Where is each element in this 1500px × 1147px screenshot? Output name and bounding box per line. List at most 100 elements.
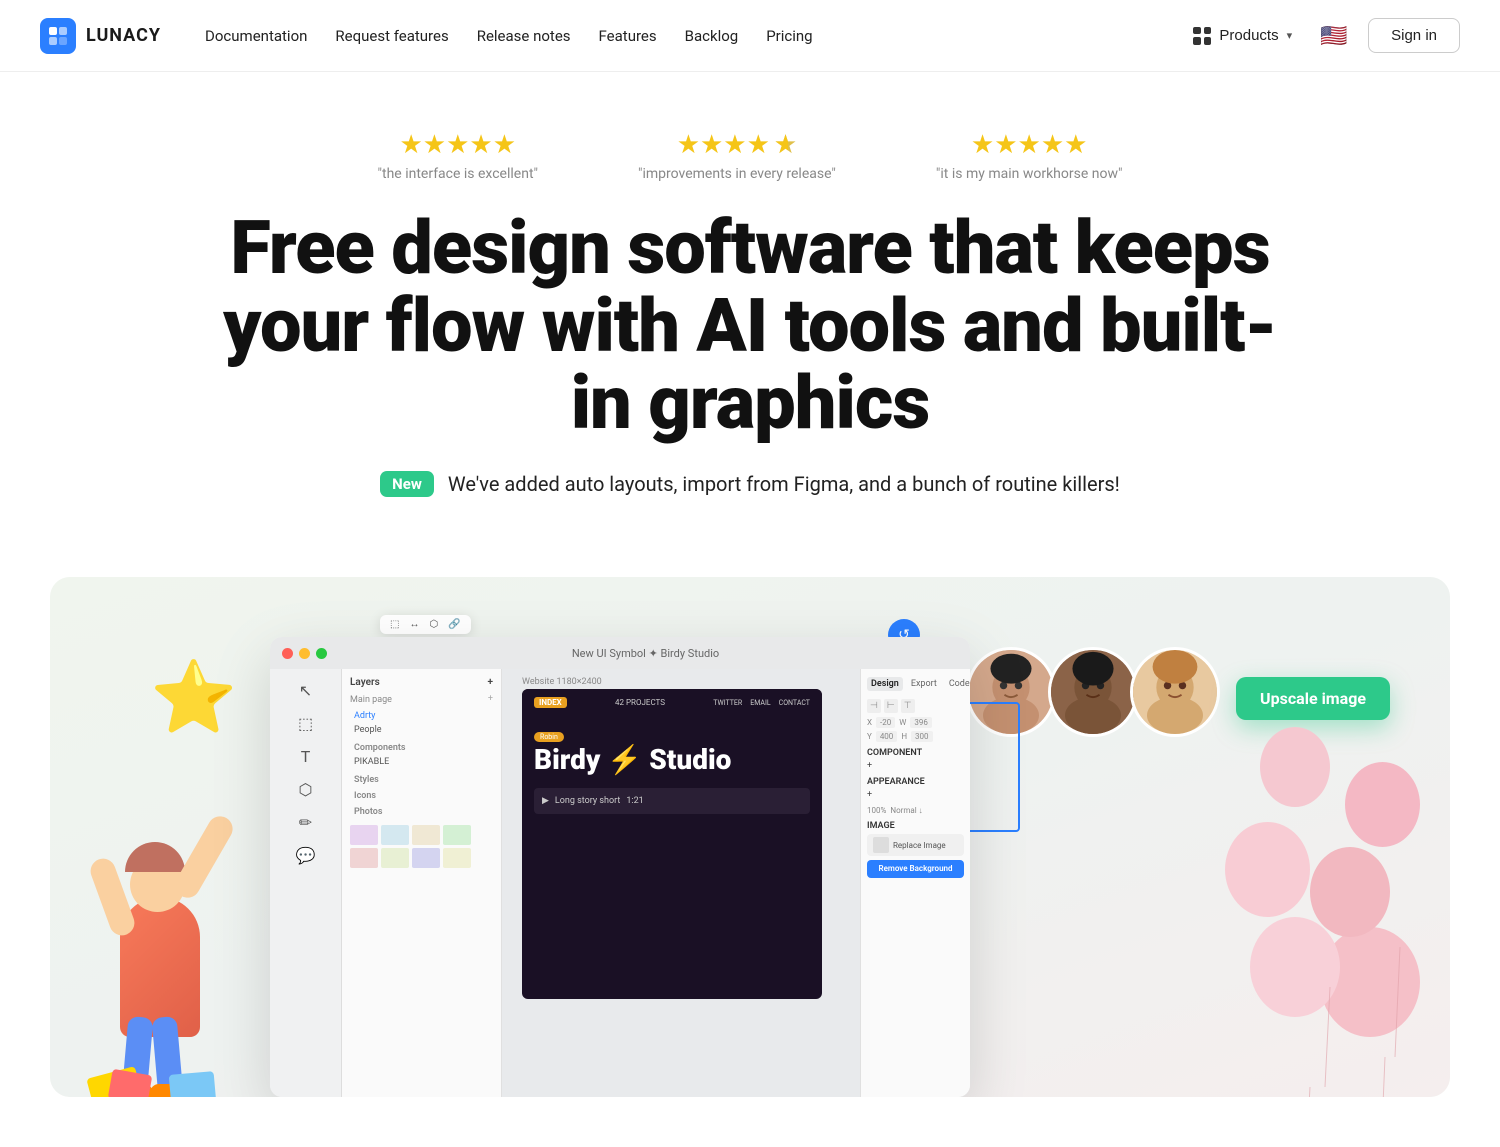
design-panel: Design Export Code ⊣ ⊢ ⊤ X (860, 669, 970, 1097)
sidebar-frame[interactable]: ⬚ (276, 710, 336, 737)
titlebar-maximize[interactable] (316, 648, 327, 659)
text-icon: T (301, 747, 311, 766)
titlebar-title: New UI Symbol ✦ Birdy Studio (572, 647, 719, 660)
layers-header: Layers + (350, 677, 493, 688)
nav-features[interactable]: Features (599, 27, 657, 45)
comment-icon: 💬 (296, 846, 316, 865)
nav-pricing[interactable]: Pricing (766, 27, 812, 45)
main-page-label: Main page (350, 695, 392, 705)
app-body: ↖ ⬚ T ⬡ ✏ 💬 (270, 669, 970, 1097)
logo-icon (40, 18, 76, 54)
contact-link: CONTACT (779, 699, 810, 707)
titlebar-close[interactable] (282, 648, 293, 659)
remove-bg-button[interactable]: Remove Background (867, 860, 964, 878)
chevron-down-icon: ▾ (1287, 29, 1293, 42)
thumb-6 (381, 848, 409, 868)
hero-section: ★★★★★ "the interface is excellent" ★★★★★… (150, 72, 1350, 577)
x-value[interactable]: -20 (876, 717, 895, 728)
stars-1: ★★★★★ (400, 132, 517, 158)
tab-export[interactable]: Export (907, 677, 941, 691)
replace-image-label[interactable]: Replace Image (893, 841, 946, 850)
face-circle-3 (1130, 647, 1220, 737)
birdy-text: Birdy (534, 743, 600, 776)
w-value[interactable]: 396 (910, 717, 932, 728)
shape-icon: ⬡ (299, 780, 313, 799)
language-flag[interactable]: 🇺🇸 (1318, 25, 1350, 47)
reviews-row: ★★★★★ "the interface is excellent" ★★★★★… (190, 132, 1310, 182)
titlebar-minimize[interactable] (299, 648, 310, 659)
appearance-add-btn[interactable]: + (867, 790, 872, 800)
align-left-btn[interactable]: ⊣ (867, 699, 881, 713)
review-text-3: "it is my main workhorse now" (936, 166, 1123, 182)
x-label: X (867, 718, 872, 727)
sidebar-panel: ↖ ⬚ T ⬡ ✏ 💬 (270, 669, 342, 1097)
position-row: X -20 W 396 Y 400 H 300 (867, 717, 964, 742)
website-mockup: INDEX 42 PROJECTS TWITTER EMAIL CONTACT … (522, 689, 822, 999)
toolbar-icon-4: 🔗 (448, 619, 460, 630)
layers-panel: Layers + Main page + Adrty People Compon… (342, 669, 502, 1097)
review-3: ★★★★★ "it is my main workhorse now" (936, 132, 1123, 182)
video-section: ▶ Long story short 1:21 (534, 788, 810, 814)
tab-design[interactable]: Design (867, 677, 903, 691)
cursor-icon: ↖ (299, 681, 312, 700)
h-label: H (901, 732, 907, 741)
layer-people-text: People (354, 725, 382, 735)
products-label: Products (1219, 27, 1278, 44)
layer-people[interactable]: People (350, 723, 493, 737)
opacity-value: 100% (867, 806, 886, 815)
hero-subtext-row: New We've added auto layouts, import fro… (190, 471, 1310, 497)
sidebar-pen[interactable]: ✏ (276, 809, 336, 836)
opacity-blend-row: 100% Normal ↓ (867, 806, 964, 815)
image-section-label: IMAGE (867, 821, 964, 831)
add-layer-button[interactable]: + (488, 677, 494, 688)
thumb-2 (381, 825, 409, 845)
nav-release[interactable]: Release notes (477, 27, 571, 45)
face-circles-row (974, 647, 1220, 737)
tab-code[interactable]: Code (945, 677, 970, 691)
layers-title: Layers (350, 677, 380, 688)
alignment-row: ⊣ ⊢ ⊤ (867, 699, 964, 713)
sidebar-cursor[interactable]: ↖ (276, 677, 336, 704)
balloon-strings (1230, 677, 1450, 1097)
studio-text: Studio (649, 743, 731, 776)
nav-docs[interactable]: Documentation (205, 27, 307, 45)
y-value[interactable]: 400 (876, 731, 898, 742)
products-button[interactable]: Products ▾ (1185, 23, 1300, 49)
pen-icon: ✏ (299, 813, 312, 832)
app-titlebar: New UI Symbol ✦ Birdy Studio (270, 637, 970, 669)
paper-blue (169, 1071, 217, 1097)
align-center-btn[interactable]: ⊢ (884, 699, 898, 713)
nav-request[interactable]: Request features (335, 27, 448, 45)
sidebar-text[interactable]: T (276, 743, 336, 770)
logo-text: LUNACY (86, 25, 161, 46)
nav-backlog[interactable]: Backlog (685, 27, 739, 45)
sidebar-comment[interactable]: 💬 (276, 842, 336, 869)
app-preview: ⭐ (50, 577, 1450, 1097)
sign-in-button[interactable]: Sign in (1368, 18, 1460, 53)
logo[interactable]: LUNACY (40, 18, 161, 54)
face-2-inner (1051, 650, 1135, 734)
remove-bg-label: Remove Background (878, 864, 952, 873)
email-link: EMAIL (750, 699, 770, 707)
h-value[interactable]: 300 (911, 731, 933, 742)
sidebar-shape[interactable]: ⬡ (276, 776, 336, 803)
face-circle-2 (1048, 647, 1138, 737)
layer-adrty[interactable]: Adrty (350, 709, 493, 723)
appearance-section-label: APPEARANCE (867, 777, 964, 787)
projects-count: 42 PROJECTS (615, 698, 665, 707)
w-label: W (899, 718, 906, 727)
twitter-link: TWITTER (713, 699, 742, 707)
thumb-7 (412, 848, 440, 868)
app-preview-section: ⭐ (0, 577, 1500, 1147)
layer-pikable[interactable]: PIKABLE (350, 755, 493, 769)
play-icon[interactable]: ▶ (542, 796, 549, 806)
align-right-btn[interactable]: ⊤ (901, 699, 915, 713)
add-page-button[interactable]: + (488, 694, 493, 704)
thumbnails-row (350, 825, 493, 845)
robin-badge: Robin (534, 732, 564, 742)
new-badge: New (380, 471, 434, 497)
styles-section: Styles (350, 769, 493, 787)
studio-name: Birdy ⚡ Studio (534, 746, 810, 774)
component-add-btn[interactable]: + (867, 761, 872, 771)
blend-value: Normal ↓ (890, 806, 922, 815)
